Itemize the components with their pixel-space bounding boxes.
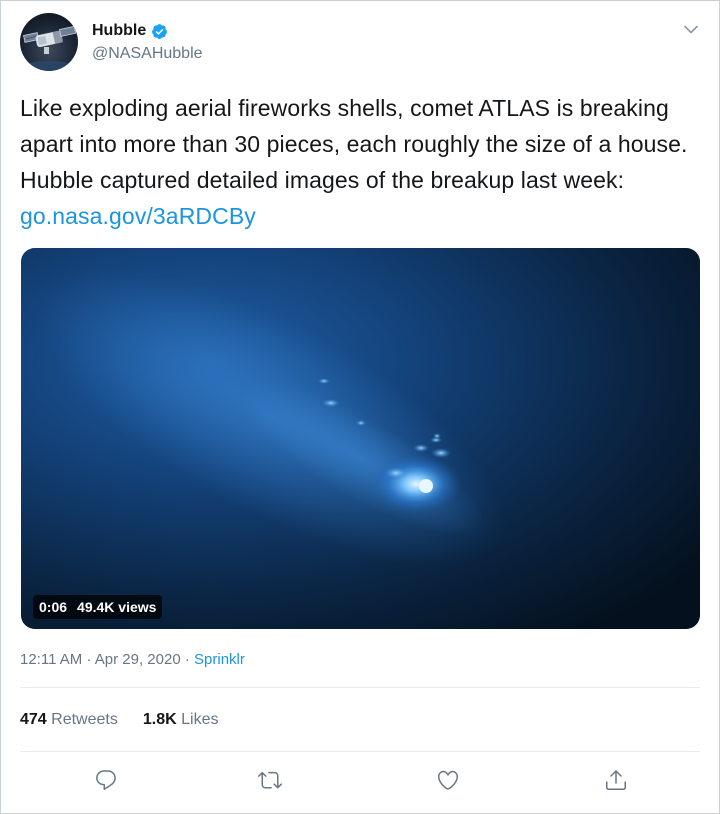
author-handle[interactable]: @NASAHubble (92, 43, 203, 65)
author-names: Hubble @NASAHubble (92, 21, 203, 65)
tweet-header: Hubble @NASAHubble (20, 13, 701, 73)
divider (20, 751, 700, 752)
share-icon[interactable] (602, 766, 630, 794)
likes-label: Likes (181, 711, 219, 728)
tweet-meta: 12:11 AM · Apr 29, 2020 · Sprinklr (20, 650, 245, 670)
meta-separator: · (86, 651, 92, 668)
tweet-body: Like exploding aerial fireworks shells, … (20, 95, 688, 193)
hubble-telescope-icon (20, 25, 78, 71)
video-duration: 0:06 (39, 599, 68, 615)
meta-separator: · (184, 651, 190, 668)
verified-badge-icon (151, 23, 168, 40)
retweet-icon[interactable] (256, 766, 284, 794)
tweet-card: Hubble @NASAHubble Like exploding aerial… (0, 0, 720, 814)
video-views: 49.4K views (77, 599, 157, 615)
video-badges: 0:06 49.4K views (33, 595, 163, 619)
chevron-down-icon[interactable] (681, 19, 701, 39)
comet-video-frame (21, 248, 700, 629)
tweet-link[interactable]: go.nasa.gov/3aRDCBy (20, 203, 256, 229)
tweet-stats: 474 Retweets 1.8K Likes (20, 710, 218, 730)
tweet-text: Like exploding aerial fireworks shells, … (20, 90, 700, 234)
retweets-count: 474 (20, 711, 47, 728)
reply-icon[interactable] (92, 766, 120, 794)
likes-stat[interactable]: 1.8K Likes (143, 710, 219, 730)
divider (20, 687, 700, 688)
retweets-label: Retweets (51, 711, 118, 728)
tweet-actions (1, 763, 719, 797)
tweet-time[interactable]: 12:11 AM (20, 651, 82, 668)
like-icon[interactable] (434, 766, 462, 794)
avatar[interactable] (20, 13, 78, 71)
tweet-date[interactable]: Apr 29, 2020 (95, 651, 181, 668)
author-display-name-text: Hubble (92, 22, 147, 39)
tweet-source[interactable]: Sprinklr (194, 651, 245, 668)
likes-count: 1.8K (142, 711, 177, 728)
author-display-name[interactable]: Hubble (92, 21, 203, 41)
video-player[interactable]: 0:06 49.4K views (21, 248, 700, 629)
retweets-stat[interactable]: 474 Retweets (20, 710, 118, 730)
